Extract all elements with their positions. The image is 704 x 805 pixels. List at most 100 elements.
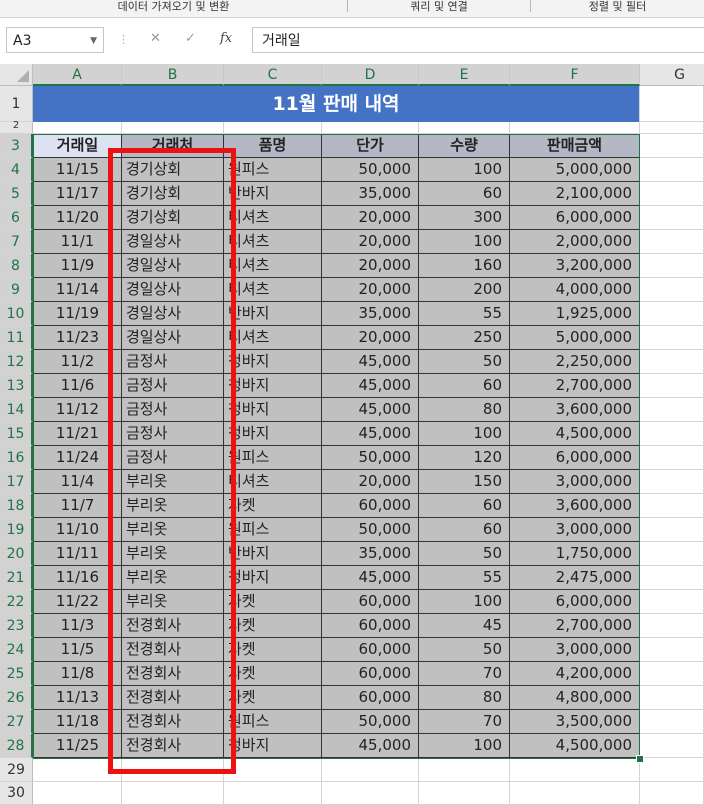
data-cell[interactable]: 2,700,000 <box>510 374 640 398</box>
data-cell[interactable]: 11/11 <box>33 542 122 566</box>
data-cell[interactable]: 원피스 <box>224 158 322 182</box>
data-cell[interactable]: 경기상회 <box>122 158 224 182</box>
data-cell[interactable]: 6,000,000 <box>510 590 640 614</box>
row-header-7[interactable]: 7 <box>0 230 33 254</box>
row-header-18[interactable]: 18 <box>0 494 33 518</box>
cell-empty[interactable] <box>640 302 704 326</box>
cell-empty[interactable] <box>640 590 704 614</box>
data-cell[interactable]: 60 <box>419 374 510 398</box>
data-cell[interactable]: 20,000 <box>322 470 419 494</box>
data-cell[interactable]: 45,000 <box>322 422 419 446</box>
data-cell[interactable]: 70 <box>419 662 510 686</box>
data-cell[interactable]: 300 <box>419 206 510 230</box>
data-cell[interactable]: 1,750,000 <box>510 542 640 566</box>
data-cell[interactable]: 11/23 <box>33 326 122 350</box>
data-cell[interactable]: 티셔츠 <box>224 326 322 350</box>
column-header-a[interactable]: A <box>33 64 122 86</box>
row-header-25[interactable]: 25 <box>0 662 33 686</box>
data-cell[interactable]: 11/25 <box>33 734 122 758</box>
data-cell[interactable]: 반바지 <box>224 182 322 206</box>
data-cell[interactable]: 20,000 <box>322 326 419 350</box>
data-cell[interactable]: 35,000 <box>322 542 419 566</box>
sheet-title[interactable]: 11월 판매 내역 <box>33 86 640 122</box>
data-cell[interactable]: 3,000,000 <box>510 638 640 662</box>
data-cell[interactable]: 200 <box>419 278 510 302</box>
data-cell[interactable]: 4,500,000 <box>510 422 640 446</box>
data-cell[interactable]: 45,000 <box>322 566 419 590</box>
cell-empty[interactable] <box>419 782 510 805</box>
cell-empty[interactable] <box>419 758 510 782</box>
data-cell[interactable]: 4,800,000 <box>510 686 640 710</box>
cell-empty[interactable] <box>640 446 704 470</box>
data-cell[interactable]: 11/24 <box>33 446 122 470</box>
data-cell[interactable]: 3,200,000 <box>510 254 640 278</box>
data-cell[interactable]: 20,000 <box>322 254 419 278</box>
data-cell[interactable]: 120 <box>419 446 510 470</box>
data-cell[interactable]: 11/7 <box>33 494 122 518</box>
data-cell[interactable]: 45 <box>419 614 510 638</box>
row-header-10[interactable]: 10 <box>0 302 33 326</box>
data-cell[interactable]: 금정사 <box>122 446 224 470</box>
row-header-4[interactable]: 4 <box>0 158 33 182</box>
row-header-29[interactable]: 29 <box>0 758 33 782</box>
data-cell[interactable]: 35,000 <box>322 182 419 206</box>
header-cell-6[interactable]: 판매금액 <box>510 134 640 158</box>
data-cell[interactable]: 경일상사 <box>122 278 224 302</box>
data-cell[interactable]: 100 <box>419 590 510 614</box>
select-all-corner[interactable] <box>0 64 33 86</box>
data-cell[interactable]: 전경회사 <box>122 686 224 710</box>
cell-empty[interactable] <box>640 518 704 542</box>
row-header-1[interactable]: 1 <box>0 86 33 122</box>
chevron-down-icon[interactable]: ▼ <box>90 28 97 54</box>
data-cell[interactable]: 2,100,000 <box>510 182 640 206</box>
data-cell[interactable]: 50 <box>419 638 510 662</box>
data-cell[interactable]: 부리옷 <box>122 494 224 518</box>
cell-empty[interactable] <box>640 86 704 122</box>
cell-empty[interactable] <box>33 122 122 134</box>
data-cell[interactable]: 45,000 <box>322 734 419 758</box>
data-cell[interactable]: 11/22 <box>33 590 122 614</box>
ribbon-group-sort-filter[interactable]: 정렬 및 필터 <box>531 0 704 17</box>
row-header-2[interactable]: 2 <box>0 121 33 134</box>
data-cell[interactable]: 2,700,000 <box>510 614 640 638</box>
data-cell[interactable]: 11/6 <box>33 374 122 398</box>
data-cell[interactable]: 금정사 <box>122 374 224 398</box>
cell-empty[interactable] <box>640 350 704 374</box>
cell-empty[interactable] <box>33 758 122 782</box>
data-cell[interactable]: 원피스 <box>224 710 322 734</box>
data-cell[interactable]: 11/3 <box>33 614 122 638</box>
data-cell[interactable]: 청바지 <box>224 398 322 422</box>
row-header-8[interactable]: 8 <box>0 254 33 278</box>
cell-empty[interactable] <box>640 182 704 206</box>
data-cell[interactable]: 11/16 <box>33 566 122 590</box>
data-cell[interactable]: 반바지 <box>224 542 322 566</box>
data-cell[interactable]: 100 <box>419 734 510 758</box>
column-header-g[interactable]: G <box>640 64 704 86</box>
data-cell[interactable]: 4,500,000 <box>510 734 640 758</box>
cell-empty[interactable] <box>640 398 704 422</box>
data-cell[interactable]: 11/18 <box>33 710 122 734</box>
data-cell[interactable]: 2,250,000 <box>510 350 640 374</box>
data-cell[interactable]: 80 <box>419 686 510 710</box>
cell-empty[interactable] <box>640 470 704 494</box>
data-cell[interactable]: 11/12 <box>33 398 122 422</box>
cell-empty[interactable] <box>640 374 704 398</box>
data-cell[interactable]: 금정사 <box>122 398 224 422</box>
data-cell[interactable]: 100 <box>419 230 510 254</box>
data-cell[interactable]: 전경회사 <box>122 710 224 734</box>
data-cell[interactable]: 100 <box>419 422 510 446</box>
cell-empty[interactable] <box>224 782 322 805</box>
data-cell[interactable]: 자켓 <box>224 662 322 686</box>
cell-empty[interactable] <box>122 758 224 782</box>
data-cell[interactable]: 4,200,000 <box>510 662 640 686</box>
data-cell[interactable]: 60 <box>419 182 510 206</box>
data-cell[interactable]: 50 <box>419 350 510 374</box>
data-cell[interactable]: 11/21 <box>33 422 122 446</box>
data-cell[interactable]: 5,000,000 <box>510 158 640 182</box>
data-cell[interactable]: 3,000,000 <box>510 470 640 494</box>
cell-empty[interactable] <box>640 122 704 134</box>
data-cell[interactable]: 100 <box>419 158 510 182</box>
cell-empty[interactable] <box>122 782 224 805</box>
data-cell[interactable]: 부리옷 <box>122 566 224 590</box>
data-cell[interactable]: 경일상사 <box>122 254 224 278</box>
